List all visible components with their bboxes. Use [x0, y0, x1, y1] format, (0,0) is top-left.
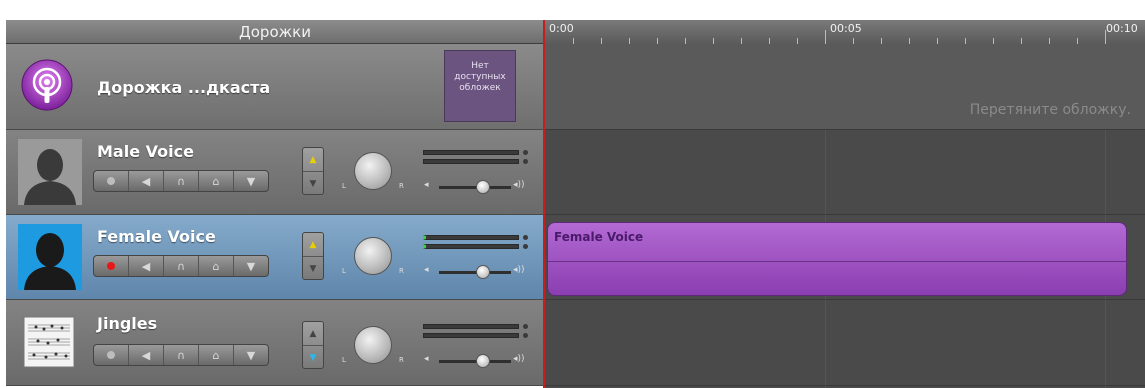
expand-button[interactable]: ▼: [234, 345, 268, 365]
mute-button[interactable]: ◀: [129, 256, 164, 276]
female-avatar-icon: [18, 224, 82, 290]
clip-indicator: [523, 244, 528, 249]
sheet-music-icon: [23, 316, 75, 368]
track-jingles[interactable]: Jingles ◀ ∩ ⌂ ▼ ▲ ▼ L R ◂ ◂)): [6, 300, 544, 386]
track-name-podcast: Дорожка ...дкаста: [97, 78, 271, 97]
track-controls: ◀ ∩ ⌂ ▼: [93, 170, 269, 192]
record-enable-button[interactable]: [94, 256, 129, 276]
track-updown-stepper[interactable]: ▲ ▼: [302, 232, 324, 280]
clip-indicator: [523, 235, 528, 240]
pan-knob[interactable]: [354, 237, 392, 275]
lock-button[interactable]: ⌂: [199, 345, 234, 365]
ruler-label: 0:00: [549, 22, 574, 35]
solo-button[interactable]: ∩: [164, 171, 199, 191]
ruler-label: 00:10: [1106, 22, 1138, 35]
volume-slider-track[interactable]: [439, 360, 511, 363]
clip-indicator: [523, 150, 528, 155]
clip-indicator: [523, 159, 528, 164]
timeline-row-podcast[interactable]: Перетяните обложку.: [544, 44, 1145, 130]
volume-high-icon: ◂)): [513, 180, 525, 190]
volume-slider-handle[interactable]: [476, 354, 490, 368]
level-meter-left: [423, 235, 519, 240]
mute-button[interactable]: ◀: [129, 345, 164, 365]
clip-indicator: [523, 333, 528, 338]
volume-low-icon: ◂: [424, 354, 429, 364]
level-meter-left: [423, 150, 519, 155]
artwork-drop-hint: Перетяните обложку.: [969, 102, 1131, 118]
playhead[interactable]: [543, 20, 545, 388]
expand-button[interactable]: ▼: [234, 256, 268, 276]
level-meter-right: [423, 244, 519, 249]
pan-right-label: R: [399, 267, 404, 275]
record-enable-button[interactable]: [94, 171, 129, 191]
audio-region[interactable]: Female Voice: [547, 222, 1127, 296]
artwork-placeholder[interactable]: Нет доступных обложек: [444, 50, 516, 122]
timeline-row-jingles[interactable]: [544, 300, 1145, 386]
solo-button[interactable]: ∩: [164, 345, 199, 365]
track-podcast[interactable]: Дорожка ...дкаста Нет доступных обложек: [6, 44, 544, 130]
lock-button[interactable]: ⌂: [199, 256, 234, 276]
level-meter-left: [423, 324, 519, 329]
level-meter-right: [423, 159, 519, 164]
podcast-icon: [21, 59, 73, 111]
volume-high-icon: ◂)): [513, 265, 525, 275]
lock-button[interactable]: ⌂: [199, 171, 234, 191]
volume-low-icon: ◂: [424, 180, 429, 190]
pan-left-label: L: [342, 182, 346, 190]
time-ruler[interactable]: 0:00 00:05 00:10: [544, 20, 1145, 45]
timeline-row-male[interactable]: [544, 130, 1145, 215]
track-name-male: Male Voice: [97, 142, 194, 161]
clip-indicator: [523, 324, 528, 329]
pan-knob[interactable]: [354, 326, 392, 364]
track-controls: ◀ ∩ ⌂ ▼: [93, 344, 269, 366]
pan-left-label: L: [342, 267, 346, 275]
volume-high-icon: ◂)): [513, 354, 525, 364]
track-name-female: Female Voice: [97, 227, 216, 246]
volume-slider-track[interactable]: [439, 186, 511, 189]
track-updown-stepper[interactable]: ▲ ▼: [302, 147, 324, 195]
track-controls: ◀ ∩ ⌂ ▼: [93, 255, 269, 277]
ruler-label: 00:05: [830, 22, 862, 35]
tracks-header: Дорожки: [6, 20, 544, 44]
volume-slider-track[interactable]: [439, 271, 511, 274]
mute-button[interactable]: ◀: [129, 171, 164, 191]
pan-left-label: L: [342, 356, 346, 364]
volume-slider-handle[interactable]: [476, 265, 490, 279]
record-enable-button[interactable]: [94, 345, 129, 365]
male-avatar-icon: [18, 139, 82, 205]
volume-low-icon: ◂: [424, 265, 429, 275]
timeline-area[interactable]: 0:00 00:05 00:10 Перетяните обложку. Fem…: [544, 20, 1145, 388]
track-male-voice[interactable]: Male Voice ◀ ∩ ⌂ ▼ ▲ ▼ L R ◂ ◂)): [6, 130, 544, 215]
track-name-jingles: Jingles: [97, 314, 158, 333]
cropped-top-strip: [0, 0, 1145, 20]
pan-right-label: R: [399, 356, 404, 364]
track-updown-stepper[interactable]: ▲ ▼: [302, 321, 324, 369]
waveform-line: [548, 261, 1126, 262]
pan-right-label: R: [399, 182, 404, 190]
pan-knob[interactable]: [354, 152, 392, 190]
expand-button[interactable]: ▼: [234, 171, 268, 191]
volume-slider-handle[interactable]: [476, 180, 490, 194]
region-label: Female Voice: [554, 230, 644, 244]
track-female-voice[interactable]: Female Voice ◀ ∩ ⌂ ▼ ▲ ▼ L R ◂ ◂)): [6, 215, 544, 300]
level-meter-right: [423, 333, 519, 338]
solo-button[interactable]: ∩: [164, 256, 199, 276]
